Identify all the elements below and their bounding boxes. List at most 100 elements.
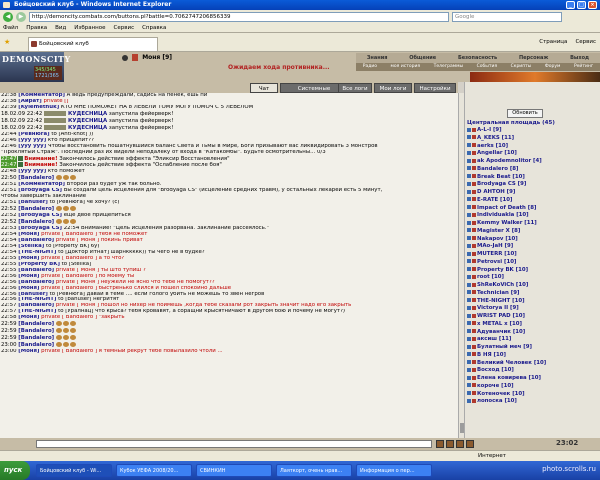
chat-sender[interactable]: [Bandalero] xyxy=(18,268,54,273)
chat-time[interactable]: 22:47 xyxy=(1,162,17,169)
menu-item-0[interactable]: Файл xyxy=(3,23,18,32)
menu-item-5[interactable]: Справка xyxy=(142,23,166,32)
user-name[interactable]: WRIST PAD [10] xyxy=(477,313,525,319)
chat-sender[interactable]: КУДЕСНИЦА xyxy=(68,118,107,124)
user-name[interactable]: Елена ковирева [10] xyxy=(477,375,541,381)
chat-time[interactable]: 22:52 xyxy=(1,213,17,218)
chat-time[interactable]: 22:51 xyxy=(1,200,17,205)
chat-sender[interactable]: [Bandalero] xyxy=(18,280,54,285)
user-name[interactable]: Petrovsi [10] xyxy=(477,259,516,265)
user-item[interactable]: В НЯ [10] xyxy=(467,352,597,360)
chat-time[interactable]: 18.02.09 22:42 xyxy=(1,118,42,124)
user-item[interactable]: корoче [10] xyxy=(467,383,597,391)
user-item[interactable]: A-L-I [9] xyxy=(467,127,597,135)
taskbar-item-2[interactable]: СВИНКИН xyxy=(196,464,272,477)
user-item[interactable]: Break Beat [10] xyxy=(467,174,597,182)
user-item[interactable]: Magister X [8] xyxy=(467,228,597,236)
user-item[interactable]: E-RATE [10] xyxy=(467,197,597,205)
chat-time[interactable]: 22:51 xyxy=(1,182,17,187)
maximize-button[interactable]: □ xyxy=(577,1,586,9)
user-name[interactable]: Magister X [8] xyxy=(477,228,520,234)
player-name[interactable]: Моня [9] xyxy=(142,54,172,61)
user-item[interactable]: Impact of Death [8] xyxy=(467,205,597,213)
chat-sender[interactable]: [Моня] xyxy=(18,315,39,320)
clear-button[interactable] xyxy=(456,440,464,448)
tab-fight-club[interactable]: Бойцовский клуб xyxy=(28,37,158,51)
user-name[interactable]: Brodyaga CS [9] xyxy=(477,181,526,187)
user-name[interactable]: корoче [10] xyxy=(477,383,514,389)
chat-time[interactable]: 22:38 xyxy=(1,93,17,98)
chat-time[interactable]: 22:52 xyxy=(1,219,17,225)
chat-sender[interactable]: [Stellka] xyxy=(18,244,44,249)
toolbar-item-0[interactable]: Страница xyxy=(539,38,567,47)
user-item[interactable]: Bandalero [8] xyxy=(467,166,597,174)
user-item[interactable]: Восход [10] xyxy=(467,367,597,375)
chat-sender[interactable]: [Bandalero] xyxy=(18,238,54,243)
nav-bottom-0[interactable]: Радио xyxy=(363,63,377,71)
user-name[interactable]: aerks [10] xyxy=(477,143,508,149)
user-name[interactable]: Bandalero [8] xyxy=(477,166,519,172)
close-button[interactable]: × xyxy=(588,1,597,9)
chat-time[interactable]: 22:56 xyxy=(1,286,17,291)
menu-item-4[interactable]: Сервис xyxy=(114,23,135,32)
user-name[interactable]: Великий Человек [10] xyxy=(477,360,546,366)
user-item[interactable]: Великий Человек [10] xyxy=(467,360,597,368)
chat-time[interactable]: 22:54 xyxy=(1,250,17,255)
nav-bottom-1[interactable]: моя история xyxy=(391,63,421,71)
user-item[interactable]: root [10] xyxy=(467,274,597,282)
toolbar-item-1[interactable]: Сервис xyxy=(575,38,596,47)
taskbar-item-1[interactable]: Кубок УЕФА 2008/20... xyxy=(116,464,192,477)
user-name[interactable]: Angellar [10] xyxy=(477,150,517,156)
chat-time[interactable]: 22:54 xyxy=(1,232,17,237)
chat-time[interactable]: 22:46 xyxy=(1,144,17,149)
user-item[interactable]: MUTERR [10] xyxy=(467,251,597,259)
user-name[interactable]: Individuakla [10] xyxy=(477,212,529,218)
user-item[interactable]: Angellar [10] xyxy=(467,150,597,158)
chat-sender[interactable]: [Айрат] xyxy=(18,99,42,104)
forward-button[interactable]: ▶ xyxy=(16,11,26,22)
user-name[interactable]: E-RATE [10] xyxy=(477,197,513,203)
chat-sender[interactable]: [Brodyaga CS] xyxy=(18,226,62,231)
user-item[interactable]: aerks [10] xyxy=(467,143,597,151)
nav-bottom-3[interactable]: События xyxy=(477,63,497,71)
user-name[interactable]: Адуванчик [10] xyxy=(477,329,525,335)
chat-sender[interactable]: [yyy yyy] xyxy=(18,144,46,149)
info-icon[interactable] xyxy=(122,54,128,61)
chat-sender[interactable]: [THE-NIGHT] xyxy=(18,309,56,314)
chat-time[interactable]: 22:51 xyxy=(1,188,17,193)
user-name[interactable]: x METAL x [10] xyxy=(477,321,522,327)
chat-sender[interactable]: [Bandalero] xyxy=(18,342,54,348)
user-name[interactable]: Котеночек [10] xyxy=(477,391,525,397)
user-name[interactable]: Kemmy Walker [11] xyxy=(477,220,537,226)
user-name[interactable]: Break Beat [10] xyxy=(477,174,525,180)
chat-time[interactable]: 22:59 xyxy=(1,321,17,327)
user-item[interactable]: Булатный меч [9] xyxy=(467,344,597,352)
chat-time[interactable]: 22:55 xyxy=(1,268,17,273)
user-item[interactable]: Елена ковирева [10] xyxy=(467,375,597,383)
chat-time[interactable]: 22:58 xyxy=(1,315,17,320)
user-item[interactable]: Individuakla [10] xyxy=(467,212,597,220)
chat-sender[interactable]: [bahuser] xyxy=(18,292,48,297)
chat-sender[interactable]: [Bandalero] xyxy=(18,328,54,334)
chat-sender[interactable]: [THE-NIGHT] xyxy=(18,297,56,302)
chat-time[interactable]: 22:56 xyxy=(1,292,17,297)
chat-time[interactable]: 23:00 xyxy=(1,342,17,348)
user-item[interactable]: ShReKoViCh [10] xyxy=(467,282,597,290)
send-button[interactable] xyxy=(436,440,444,448)
nav-bottom-6[interactable]: Рейтинг xyxy=(574,63,593,71)
chat-time[interactable]: 22:56 xyxy=(1,280,17,285)
favorites-icon[interactable]: ★ xyxy=(4,38,10,46)
chat-time[interactable]: 22:46 xyxy=(1,138,17,143)
user-name[interactable]: A-L-I [9] xyxy=(477,127,502,133)
chat-time[interactable]: 18.02.09 22:42 xyxy=(1,111,42,117)
chat-sender[interactable]: [Комментатор] xyxy=(18,93,65,98)
nav-top-0[interactable]: Знания xyxy=(367,53,388,63)
chat-sender[interactable]: [Brodyaga CS] xyxy=(18,188,62,193)
chat-time[interactable]: 22:55 xyxy=(1,256,17,261)
chat-time[interactable]: 22:52 xyxy=(1,206,17,212)
user-name[interactable]: Impact of Death [8] xyxy=(477,205,536,211)
chat-time[interactable]: 22:54 xyxy=(1,238,17,243)
user-item[interactable]: Brodyaga CS [9] xyxy=(467,181,597,189)
chat-sender[interactable]: [Моня] xyxy=(18,274,39,279)
user-name[interactable]: В НЯ [10] xyxy=(477,352,506,358)
